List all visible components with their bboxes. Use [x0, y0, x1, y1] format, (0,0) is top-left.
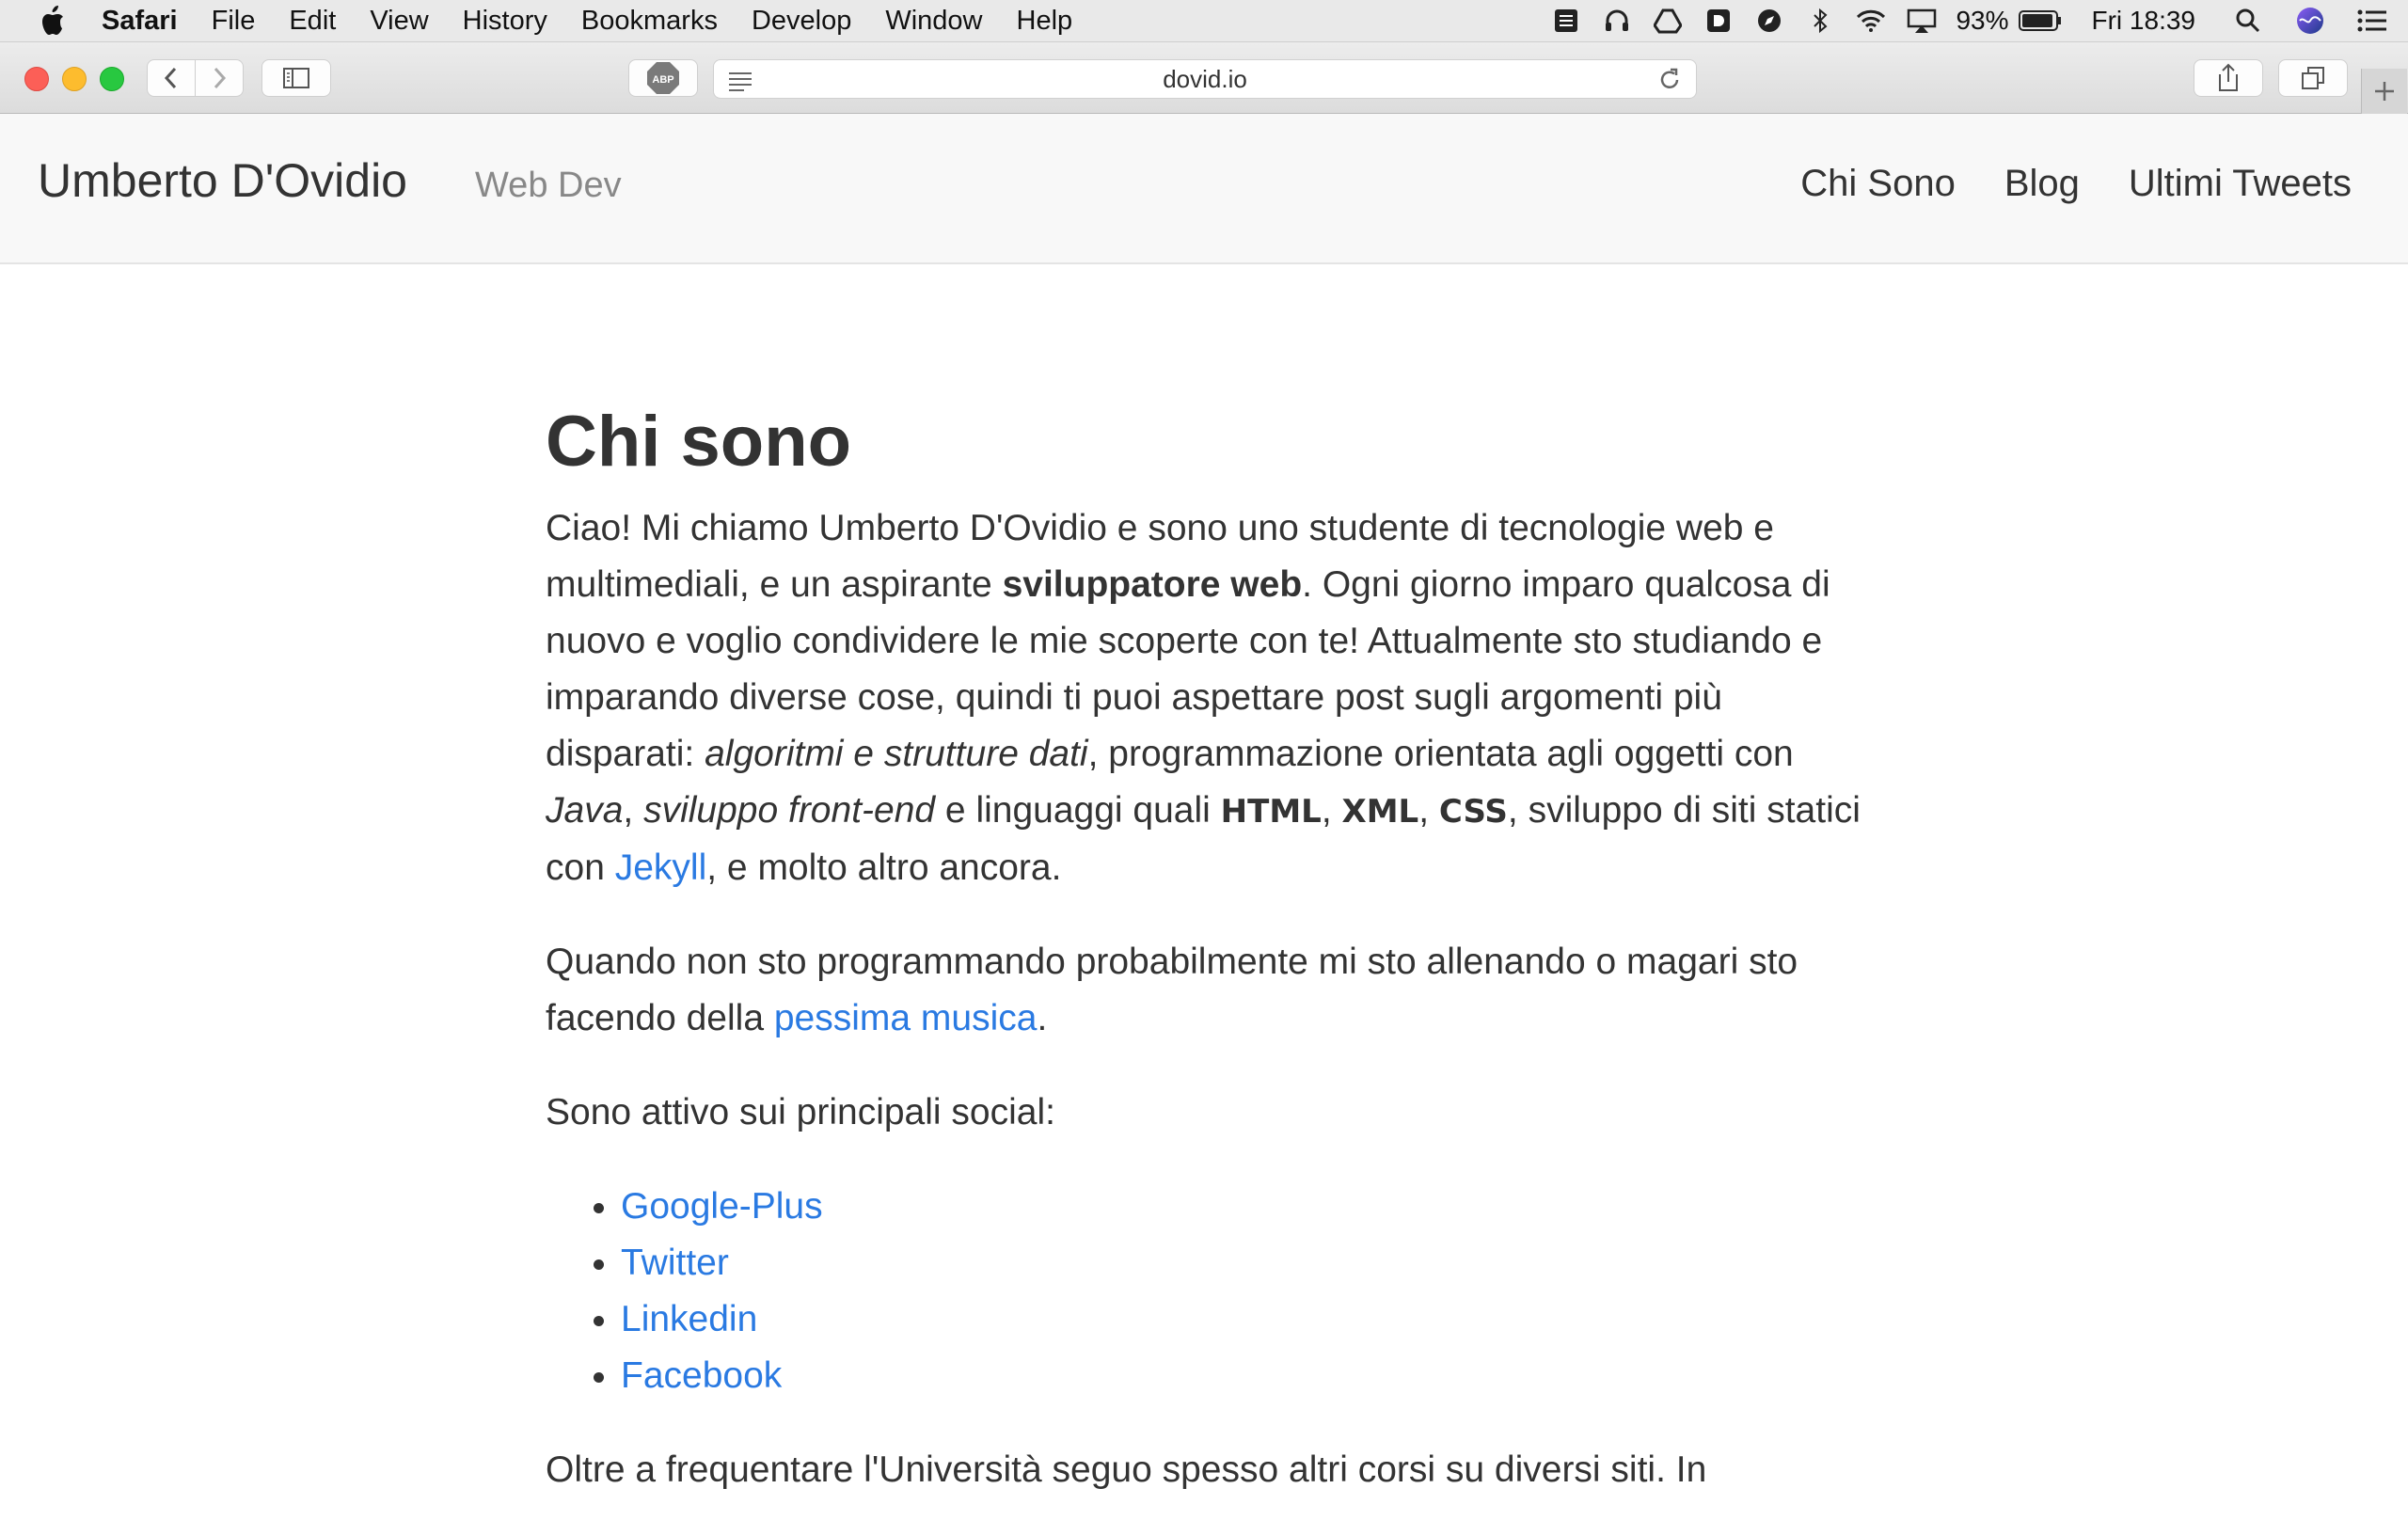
main-content: Chi sono Ciao! Mi chiamo Umberto D'Ovidi… [546, 395, 1862, 1536]
headphones-icon[interactable] [1600, 4, 1634, 38]
menu-view[interactable]: View [370, 6, 428, 37]
menu-edit[interactable]: Edit [289, 6, 336, 37]
sidebar-toggle-button[interactable] [261, 59, 331, 97]
jekyll-link[interactable]: Jekyll [615, 847, 707, 888]
site-subtitle: Web Dev [475, 166, 622, 205]
menu-history[interactable]: History [463, 6, 547, 37]
status-area: 93% Fri 18:39 [1532, 0, 2389, 41]
twitter-link[interactable]: Twitter [621, 1243, 729, 1283]
tabs-overview-button[interactable] [2278, 59, 2348, 97]
browser-toolbar: ABP dovid.io [0, 42, 2408, 114]
reload-icon[interactable] [1656, 67, 1683, 100]
nav-link-ultimi-tweets[interactable]: Ultimi Tweets [2129, 163, 2352, 205]
list-item: Google-Plus [621, 1179, 1862, 1235]
menu-bookmarks[interactable]: Bookmarks [581, 6, 718, 37]
site-nav: Chi Sono Blog Ultimi Tweets [1751, 163, 2352, 205]
social-intro: Sono attivo sui principali social: [546, 1092, 1055, 1132]
minimize-window-button[interactable] [62, 67, 87, 91]
site-header: Umberto D'Ovidio Web Dev Chi Sono Blog U… [0, 114, 2408, 264]
menu-window[interactable]: Window [885, 6, 982, 37]
battery-icon[interactable] [2017, 4, 2064, 38]
bold-text: sviluppatore web [1002, 564, 1303, 605]
chevron-right-icon [214, 67, 227, 89]
italic-text: sviluppo front-end [643, 790, 936, 831]
battery-percent: 93% [1956, 6, 2009, 35]
svg-text:ABP: ABP [652, 74, 673, 86]
zoom-window-button[interactable] [100, 67, 124, 91]
close-window-button[interactable] [24, 67, 49, 91]
adblock-icon: ABP [647, 62, 679, 94]
code-html: HTML [1220, 793, 1322, 831]
drive-icon[interactable] [1651, 4, 1685, 38]
apple-icon[interactable] [36, 5, 68, 37]
siri-icon[interactable] [2293, 4, 2327, 38]
share-button[interactable] [2194, 59, 2263, 97]
menu-help[interactable]: Help [1017, 6, 1073, 37]
courses-paragraph: Oltre a frequentare l'Università seguo s… [546, 1449, 1707, 1490]
italic-text: algoritmi e strutture dati [705, 734, 1088, 774]
compass-icon[interactable] [1752, 4, 1786, 38]
share-icon [2219, 63, 2238, 91]
tabs-icon [2302, 67, 2324, 89]
list-item: Twitter [621, 1235, 1862, 1291]
intro-paragraph: Ciao! Mi chiamo Umberto D'Ovidio e sono … [546, 508, 1861, 888]
linkedin-link[interactable]: Linkedin [621, 1299, 757, 1339]
google-plus-link[interactable]: Google-Plus [621, 1186, 823, 1227]
back-button[interactable] [147, 59, 196, 97]
code-css: CSS [1438, 793, 1508, 831]
app-icon[interactable] [1702, 4, 1735, 38]
address-bar[interactable]: dovid.io [713, 59, 1697, 99]
tray-icon[interactable] [1549, 4, 1583, 38]
menu-safari[interactable]: Safari [102, 6, 178, 37]
menu-file[interactable]: File [212, 6, 256, 37]
menu-bar: Safari File Edit View History Bookmarks … [0, 0, 2408, 42]
nav-link-chi-sono[interactable]: Chi Sono [1800, 163, 1956, 205]
music-paragraph: Quando non sto programmando probabilment… [546, 942, 1798, 1038]
chevron-left-icon [164, 67, 177, 89]
adblock-button[interactable]: ABP [628, 59, 698, 97]
new-tab-button[interactable] [2361, 69, 2407, 114]
wifi-icon[interactable] [1854, 4, 1888, 38]
sidebar-icon [283, 68, 309, 88]
reader-icon[interactable] [727, 69, 753, 98]
social-list: Google-Plus Twitter Linkedin Facebook [546, 1179, 1862, 1404]
code-xml: XML [1341, 793, 1419, 831]
plus-icon [2375, 82, 2394, 101]
list-item: Facebook [621, 1348, 1862, 1404]
page-title: Chi sono [546, 402, 852, 482]
list-icon[interactable] [2355, 4, 2389, 38]
nav-link-blog[interactable]: Blog [2004, 163, 2080, 205]
italic-text: Java [546, 790, 624, 831]
menu-clock[interactable]: Fri 18:39 [2092, 6, 2196, 36]
list-item: Linkedin [621, 1291, 1862, 1348]
site-title[interactable]: Umberto D'Ovidio [38, 153, 407, 208]
facebook-link[interactable]: Facebook [621, 1355, 782, 1396]
search-icon[interactable] [2231, 4, 2265, 38]
menu-develop[interactable]: Develop [752, 6, 851, 37]
url-text: dovid.io [1163, 64, 1247, 93]
forward-button[interactable] [195, 59, 244, 97]
airplay-icon[interactable] [1905, 4, 1939, 38]
music-link[interactable]: pessima musica [774, 998, 1038, 1038]
bluetooth-icon[interactable] [1803, 4, 1837, 38]
